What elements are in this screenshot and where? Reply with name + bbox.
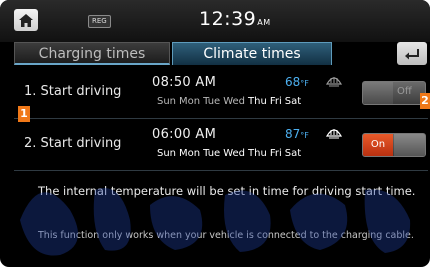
switch-knob: [394, 134, 425, 156]
day-sat[interactable]: Sat: [285, 96, 301, 107]
day-fri[interactable]: Fri: [270, 148, 282, 159]
home-button[interactable]: [14, 9, 38, 31]
weekday-list: Sun Mon Tue Wed Thu Fri Sat: [157, 148, 304, 159]
climate-switch-1[interactable]: Off: [362, 81, 426, 105]
reg-badge: REG: [88, 15, 111, 28]
temperature-value: 68: [285, 75, 301, 89]
back-icon: [405, 48, 419, 59]
climate-times-screen: REG 12:39AM Charging times Climate times…: [0, 0, 430, 267]
day-sun[interactable]: Sun: [157, 148, 176, 159]
temperature-unit: °F: [300, 79, 309, 88]
tab-charging-times[interactable]: Charging times: [14, 42, 170, 65]
clock-ampm: AM: [257, 18, 271, 27]
info-note: This function only works when your vehic…: [38, 230, 414, 241]
day-thu[interactable]: Thu: [248, 96, 267, 107]
departure-time[interactable]: 08:50 AM: [152, 75, 216, 90]
day-wed[interactable]: Wed: [223, 96, 245, 107]
switch-label: On: [363, 134, 393, 156]
switch-label: Off: [397, 86, 412, 97]
defrost-icon[interactable]: [325, 126, 343, 140]
temperature-unit: °F: [300, 131, 309, 140]
tab-climate-times[interactable]: Climate times: [172, 42, 332, 65]
day-fri[interactable]: Fri: [270, 96, 282, 107]
callout-marker-1: 1: [18, 106, 30, 122]
day-mon[interactable]: Mon: [179, 148, 200, 159]
row-label: 2. Start driving: [24, 136, 122, 151]
switch-knob: [363, 82, 393, 104]
day-mon[interactable]: Mon: [179, 96, 200, 107]
departure-time[interactable]: 06:00 AM: [152, 127, 216, 142]
row-label: 1. Start driving: [24, 84, 122, 99]
clock: 12:39AM: [199, 8, 271, 30]
weekday-list: Sun Mon Tue Wed Thu Fri Sat: [157, 96, 304, 107]
schedule-row-2: 2. Start driving 06:00 AM Sun Mon Tue Wed Th…: [14, 120, 428, 171]
day-tue[interactable]: Tue: [203, 96, 220, 107]
temperature-setting[interactable]: 68°F: [285, 75, 309, 89]
day-thu[interactable]: Thu: [248, 148, 267, 159]
temperature-value: 87: [285, 127, 301, 141]
schedule-row-1: 1. Start driving 08:50 AM Sun Mon Tue Wed Th…: [14, 68, 428, 119]
clock-time: 12:39: [199, 8, 257, 30]
callout-marker-2: 2: [420, 93, 430, 109]
day-sun[interactable]: Sun: [157, 96, 176, 107]
defrost-icon[interactable]: [325, 74, 343, 88]
climate-switch-2[interactable]: On: [362, 133, 426, 157]
day-wed[interactable]: Wed: [223, 148, 245, 159]
day-sat[interactable]: Sat: [285, 148, 301, 159]
day-tue[interactable]: Tue: [203, 148, 220, 159]
tab-bar: Charging times Climate times: [0, 42, 430, 65]
temperature-setting[interactable]: 87°F: [285, 127, 309, 141]
home-icon: [19, 13, 33, 27]
status-bar: REG 12:39AM: [0, 0, 430, 42]
info-description: The internal temperature will be set in …: [38, 184, 416, 198]
back-button[interactable]: [397, 42, 427, 65]
